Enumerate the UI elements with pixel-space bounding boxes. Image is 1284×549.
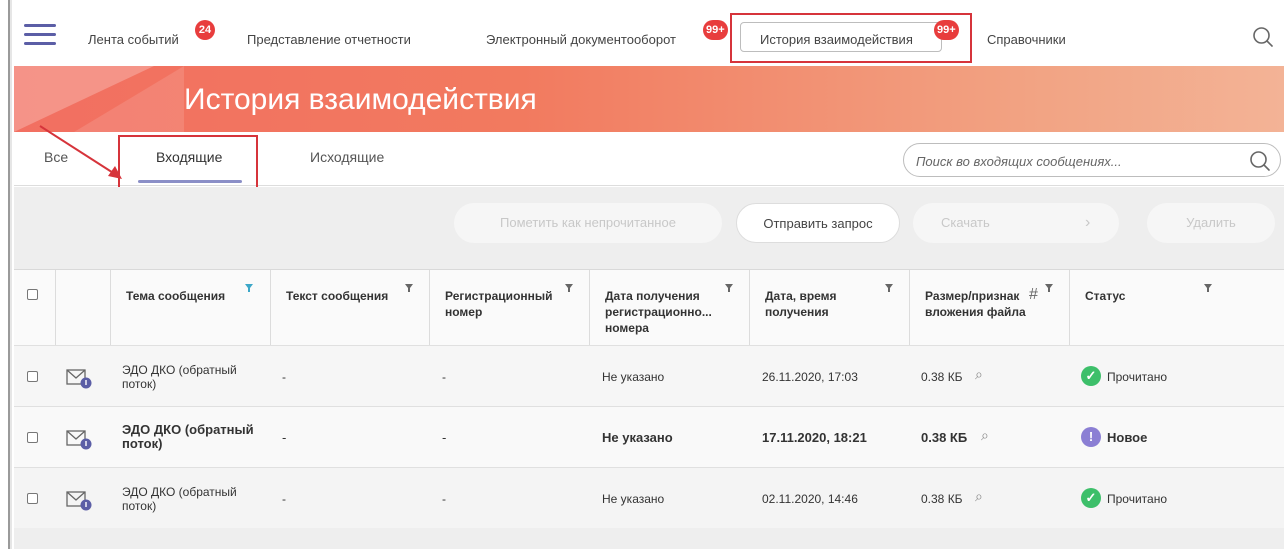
row-checkbox[interactable]: [27, 432, 38, 443]
edo-count-badge: 99+: [703, 20, 728, 40]
nav-item-label: История взаимодействия: [760, 32, 913, 47]
incoming-mail-icon: [66, 491, 92, 511]
reg-number: -: [442, 430, 447, 445]
nav-item-reports[interactable]: Представление отчетности: [247, 32, 411, 47]
nav-item-label: Представление отчетности: [247, 32, 411, 47]
row-checkbox[interactable]: [27, 371, 38, 382]
column-divider: [270, 270, 271, 346]
message-text: -: [282, 430, 287, 445]
reg-number: -: [442, 492, 446, 506]
nav-item-references[interactable]: Справочники: [987, 32, 1066, 47]
table-row[interactable]: ЭДО ДКО (обратный поток) - - Не указано …: [14, 345, 1284, 406]
table-row[interactable]: ЭДО ДКО (обратный поток) - - Не указано …: [14, 467, 1284, 528]
nav-item-label: Лента событий: [88, 32, 179, 47]
table-header: Тема сообщения Текст сообщения Регистрац…: [14, 269, 1284, 346]
tab-all[interactable]: Все: [44, 149, 68, 165]
filter-icon[interactable]: [565, 284, 573, 292]
events-count-badge: 24: [195, 20, 215, 40]
delete-button[interactable]: Удалить: [1147, 203, 1275, 243]
file-size: 0.38 КБ: [921, 430, 968, 445]
column-header-size[interactable]: Размер/признак вложения файла: [925, 288, 1045, 320]
column-divider: [749, 270, 750, 346]
window-left-shadow: [10, 0, 12, 549]
column-divider: [429, 270, 430, 346]
message-subject: ЭДО ДКО (обратный поток): [122, 422, 254, 451]
download-button[interactable]: Скачать ›: [913, 203, 1119, 243]
filter-icon[interactable]: [1045, 284, 1053, 292]
select-all-checkbox[interactable]: [27, 289, 38, 300]
download-label: Скачать: [941, 215, 990, 230]
stray-hash-mark: #: [1029, 286, 1038, 303]
row-checkbox[interactable]: [27, 493, 38, 504]
history-count-badge: 99+: [934, 20, 959, 40]
message-text: -: [282, 370, 286, 384]
filter-icon[interactable]: [1204, 284, 1212, 292]
send-request-button[interactable]: Отправить запрос: [736, 203, 900, 243]
reg-date: Не указано: [602, 370, 665, 384]
filter-icon[interactable]: [405, 284, 413, 292]
message-subject: ЭДО ДКО (обратный поток): [122, 485, 237, 513]
received-datetime: 17.11.2020, 18:21: [762, 430, 867, 445]
filter-icon[interactable]: [245, 284, 253, 292]
hamburger-icon[interactable]: [24, 24, 56, 48]
received-datetime: 02.11.2020, 14:46: [762, 492, 858, 506]
status-label: Прочитано: [1107, 492, 1167, 506]
column-header-received[interactable]: Дата, время получения: [765, 288, 875, 320]
incoming-mail-icon: [66, 369, 92, 389]
page-banner: История взаимодействия: [14, 66, 1284, 132]
column-divider: [1069, 270, 1070, 346]
paperclip-icon[interactable]: ⌕: [981, 428, 989, 442]
message-tabs: Все Входящие Исходящие: [14, 132, 1284, 199]
mark-unread-button[interactable]: Пометить как непрочитанное: [454, 203, 722, 243]
message-subject: ЭДО ДКО (обратный поток): [122, 363, 237, 391]
messages-panel: Пометить как непрочитанное Отправить зап…: [14, 187, 1284, 549]
column-header-text[interactable]: Текст сообщения: [286, 288, 388, 304]
column-divider: [909, 270, 910, 346]
filter-icon[interactable]: [885, 284, 893, 292]
column-header-status[interactable]: Статус: [1085, 288, 1125, 304]
status-label: Новое: [1107, 430, 1148, 445]
incoming-mail-icon: [66, 430, 92, 450]
reg-date: Не указано: [602, 430, 673, 445]
file-size: 0.38 КБ: [921, 370, 963, 384]
status-label: Прочитано: [1107, 370, 1167, 384]
nav-item-history[interactable]: История взаимодействия: [760, 32, 913, 47]
top-navigation: Лента событий 24 Представление отчетност…: [14, 0, 1284, 66]
page-title: История взаимодействия: [184, 83, 537, 116]
status-read-icon: ✓: [1081, 488, 1101, 508]
message-search-field[interactable]: [903, 143, 1281, 177]
nav-item-label: Электронный документооборот: [486, 32, 676, 47]
filter-icon[interactable]: [725, 284, 733, 292]
window-left-edge: [0, 0, 10, 549]
status-new-icon: !: [1081, 427, 1101, 447]
paperclip-icon[interactable]: ⌕: [975, 489, 983, 503]
column-header-reg-date[interactable]: Дата получения регистрационно... номера: [605, 288, 729, 336]
column-header-subject[interactable]: Тема сообщения: [126, 288, 225, 304]
search-input[interactable]: [916, 151, 1236, 171]
chevron-right-icon[interactable]: ›: [1085, 203, 1090, 243]
table-row[interactable]: ЭДО ДКО (обратный поток) - - Не указано …: [14, 406, 1284, 467]
tab-outgoing[interactable]: Исходящие: [310, 149, 384, 165]
search-icon[interactable]: [1252, 26, 1274, 48]
reg-date: Не указано: [602, 492, 665, 506]
file-size: 0.38 КБ: [921, 492, 963, 506]
status-read-icon: ✓: [1081, 366, 1101, 386]
column-divider: [55, 270, 56, 346]
app-page: Лента событий 24 Представление отчетност…: [0, 0, 1284, 549]
received-datetime: 26.11.2020, 17:03: [762, 370, 858, 384]
search-icon[interactable]: [1249, 150, 1271, 172]
nav-item-edo[interactable]: Электронный документооборот: [486, 32, 676, 47]
nav-item-events[interactable]: Лента событий: [88, 32, 179, 47]
nav-item-label: Справочники: [987, 32, 1066, 47]
banner-decoration: [74, 66, 184, 132]
column-header-reg-number[interactable]: Регистрационный номер: [445, 288, 565, 320]
reg-number: -: [442, 370, 446, 384]
message-text: -: [282, 492, 286, 506]
paperclip-icon[interactable]: ⌕: [975, 367, 983, 381]
column-divider: [589, 270, 590, 346]
column-divider: [110, 270, 111, 346]
